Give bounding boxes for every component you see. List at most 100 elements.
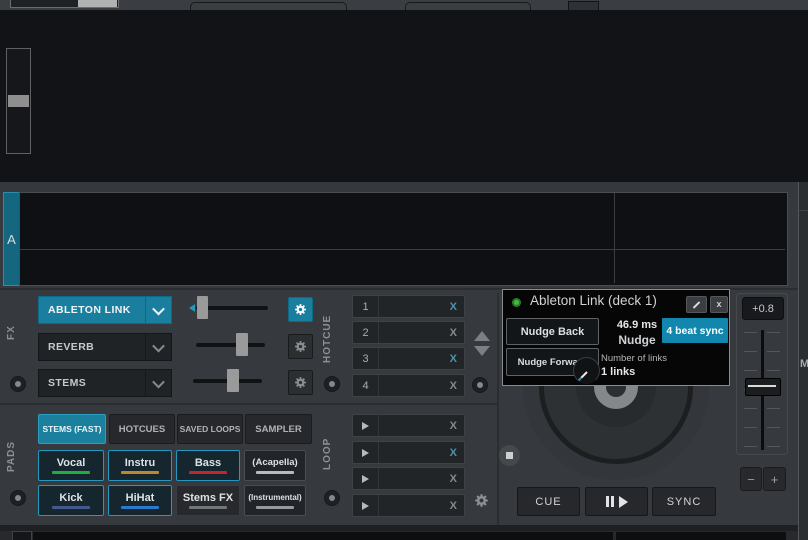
scrollbar-handle[interactable] (8, 95, 29, 107)
pads-tab-sampler[interactable]: SAMPLER (245, 414, 312, 444)
pads-tab-hotcues[interactable]: HOTCUES (109, 414, 175, 444)
fx-unit-2-label: REVERB (39, 341, 145, 353)
chevron-down-icon[interactable] (145, 334, 171, 360)
gear-icon (474, 493, 489, 508)
beatjump-knob[interactable] (472, 377, 488, 393)
hotcue-section-label: HOTCUE (322, 308, 340, 370)
pad-bass[interactable]: Bass (176, 450, 240, 481)
loop-play-button[interactable] (353, 495, 379, 516)
fx-unit-2-selector[interactable]: REVERB (38, 333, 172, 361)
pads-tab-stems-fast[interactable]: STEMS (FAST) (38, 414, 106, 444)
loop-clear-button[interactable]: X (450, 447, 464, 459)
loop-play-button[interactable] (353, 415, 379, 436)
hotcue-clear-button[interactable]: X (450, 380, 464, 392)
pad-kick[interactable]: Kick (38, 485, 104, 516)
arrow-down-icon[interactable] (474, 346, 490, 356)
library-vertical-scrollbar[interactable] (6, 48, 31, 154)
fx-2-meta-slider[interactable] (196, 343, 265, 347)
hotcue-clear-button[interactable]: X (450, 301, 464, 313)
nudge-back-button[interactable]: Nudge Back (506, 318, 599, 345)
pad-color-bar (256, 471, 294, 474)
play-icon (362, 449, 369, 457)
hotcue-number[interactable]: 2 (353, 322, 379, 343)
hotcue-row-4[interactable]: 4 X (352, 374, 465, 397)
pitch-minus-button[interactable]: − (740, 467, 762, 491)
fx-2-slider-handle[interactable] (236, 333, 248, 356)
beat-sync-button[interactable]: 4 beat sync (662, 318, 728, 343)
loop-play-button[interactable] (353, 442, 379, 463)
chevron-down-icon[interactable] (145, 297, 171, 323)
pad-color-bar (52, 506, 90, 509)
fx-pads-divider (0, 403, 497, 405)
deck-b-badge[interactable] (12, 531, 32, 540)
pad-acapella[interactable]: (Acapella) (244, 450, 306, 481)
deck-b-waveform[interactable] (33, 532, 613, 540)
hotcue-number[interactable]: 4 (353, 375, 379, 396)
pad-color-bar (121, 506, 159, 509)
loop-section-label: LOOP (322, 426, 340, 482)
deck-a-waveform[interactable] (19, 192, 788, 286)
pads-jog-divider (497, 293, 499, 525)
knob-pointer (577, 371, 587, 381)
loop-clear-button[interactable]: X (450, 420, 464, 432)
pitch-value-display: +0.8 (742, 297, 784, 320)
loop-play-button[interactable] (353, 468, 379, 489)
loop-clear-button[interactable]: X (450, 500, 464, 512)
links-count-label: Number of links (601, 353, 721, 364)
fx-1-slider-marker (189, 304, 195, 312)
arrow-up-icon[interactable] (474, 331, 490, 341)
loop-row-2[interactable]: X (352, 441, 465, 464)
fx-1-slider-handle[interactable] (197, 296, 208, 319)
pad-color-bar (121, 471, 159, 474)
stop-button[interactable] (499, 445, 520, 466)
hotcue-knob[interactable] (324, 376, 340, 392)
pad-hihat[interactable]: HiHat (108, 485, 172, 516)
link-status-dot (512, 298, 521, 307)
loop-row-3[interactable]: X (352, 467, 465, 490)
pad-color-bar (189, 471, 227, 474)
chevron-down-icon[interactable] (145, 370, 171, 396)
pads-tab-saved-loops[interactable]: SAVED LOOPS (177, 414, 243, 444)
gear-icon (294, 376, 307, 389)
fx-unit-3-selector[interactable]: STEMS (38, 369, 172, 397)
loop-knob[interactable] (324, 490, 340, 506)
loop-row-4[interactable]: X (352, 494, 465, 517)
pad-stems-fx[interactable]: Stems FX (176, 485, 240, 516)
fx-unit-1-selector[interactable]: ABLETON LINK (38, 296, 172, 324)
nudge-knob[interactable] (573, 357, 600, 384)
fx-3-slider-handle[interactable] (227, 369, 239, 392)
pad-instru[interactable]: Instru (108, 450, 172, 481)
loop-clear-button[interactable]: X (450, 473, 464, 485)
pad-instrumental[interactable]: (Instrumental) (244, 485, 306, 516)
fx-unit-1-label: ABLETON LINK (39, 304, 145, 316)
pad-vocal[interactable]: Vocal (38, 450, 104, 481)
pause-icon (606, 496, 609, 507)
hotcue-number[interactable]: 1 (353, 296, 379, 317)
hotcue-row-3[interactable]: 3 X (352, 347, 465, 370)
hotcue-clear-button[interactable]: X (450, 327, 464, 339)
stop-icon (506, 452, 513, 459)
fx-knob[interactable] (10, 376, 26, 392)
fx-2-settings-button[interactable] (288, 334, 313, 359)
fx-3-settings-button[interactable] (288, 370, 313, 395)
pads-section-label: PADS (6, 430, 24, 482)
popup-close-button[interactable]: x (710, 296, 728, 313)
pitch-plus-button[interactable]: + (763, 467, 786, 491)
hotcue-row-1[interactable]: 1 X (352, 295, 465, 318)
sync-button[interactable]: SYNC (652, 487, 716, 516)
deck-b-waveform-right[interactable] (616, 532, 786, 540)
mixer-edge-divider (799, 210, 808, 211)
pads-knob[interactable] (10, 490, 26, 506)
pitch-slider-handle[interactable] (745, 378, 781, 396)
play-icon (362, 422, 369, 430)
deck-settings-gear-button[interactable] (474, 493, 489, 513)
hotcue-clear-button[interactable]: X (450, 353, 464, 365)
play-pause-button[interactable] (585, 487, 648, 516)
loop-row-1[interactable]: X (352, 414, 465, 437)
hotcue-number[interactable]: 3 (353, 348, 379, 369)
deck-a-badge[interactable]: A (3, 192, 20, 286)
cue-button[interactable]: CUE (517, 487, 580, 516)
fx-1-settings-button[interactable] (288, 297, 313, 322)
popup-pin-button[interactable] (686, 296, 707, 313)
hotcue-row-2[interactable]: 2 X (352, 321, 465, 344)
